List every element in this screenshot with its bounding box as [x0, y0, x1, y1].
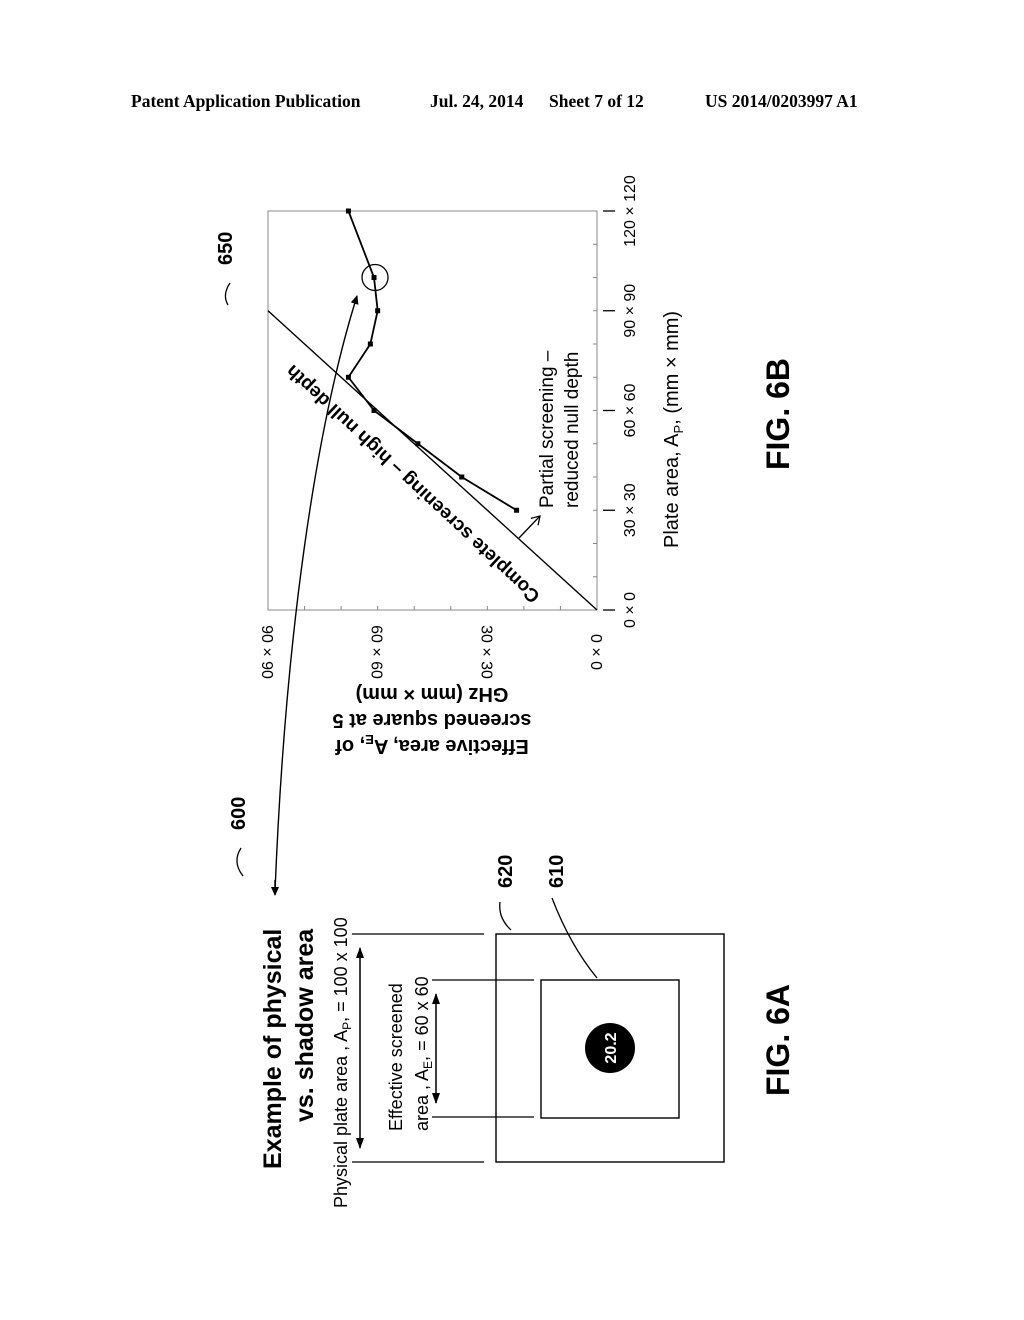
fig-6a-title: Example of physical vs. shadow area — [259, 928, 319, 1169]
x-axis-title-prefix: Plate area, A — [661, 433, 683, 548]
y-axis-title-line1: Effective area, AE, of — [335, 732, 529, 757]
x-tick-label: 30 × 30 — [622, 483, 639, 537]
effective-area-line2: area , AE, = 60 x 60 — [412, 976, 435, 1131]
series-measured-line — [347, 210, 518, 512]
x-tick-label: 60 × 60 — [622, 383, 639, 437]
physical-plate-label: Physical plate area , AP, = 100 x 100 — [331, 917, 354, 1208]
annotation-partial-line1: Partial screening – — [537, 350, 558, 508]
fig-6a-title-line1: Example of physical — [259, 929, 287, 1169]
x-axis-title: Plate area, AP, (mm × mm) — [661, 311, 686, 548]
data-point — [345, 374, 351, 380]
data-point — [514, 507, 520, 513]
fig-6a-title-line2: vs. shadow area — [291, 928, 319, 1122]
ref-610-leader — [551, 897, 598, 979]
physical-plate-label-sub: P — [340, 1022, 354, 1030]
ref-620: 620 — [495, 855, 517, 888]
fig-6a: 600 Example of physical vs. shadow area … — [228, 797, 796, 1208]
y-axis-title-line2: screened square at 5 — [333, 709, 532, 731]
data-point — [371, 408, 377, 413]
annotation-partial-arrow — [518, 515, 541, 539]
ref-600: 600 — [228, 797, 250, 830]
y-axis-title-line3: GHz (mm × mm) — [356, 683, 509, 705]
x-axis-title-suffix: , (mm × mm) — [661, 311, 683, 425]
ref-650-leader — [224, 282, 231, 306]
data-point — [415, 441, 421, 447]
y-axis-title: Effective area, AE, of screened square a… — [333, 683, 532, 757]
x-tick-label: 120 × 120 — [622, 175, 639, 247]
antenna-element-label: 20.2 — [603, 1032, 620, 1063]
y-tick-label: 30 × 30 — [477, 625, 494, 679]
fig-6a-caption: FIG. 6A — [760, 984, 796, 1096]
effective-area-line2-text: area , A — [412, 1069, 432, 1131]
annotation-complete-screening: Complete screening – high null depth — [282, 360, 544, 606]
x-tick-label: 0 × 0 — [622, 592, 639, 628]
y-tick-label: 0 × 0 — [587, 634, 604, 670]
ref-600-leader — [236, 847, 244, 877]
data-point — [459, 474, 465, 480]
annotation-partial-screening: Partial screening – reduced null depth — [537, 350, 583, 508]
data-point — [371, 275, 377, 280]
physical-plate-label-text: Physical plate area , A — [331, 1030, 351, 1208]
data-point — [367, 341, 373, 347]
data-point — [375, 308, 381, 314]
ref-610: 610 — [546, 855, 568, 888]
fig-6b: 650 0 × 0 30 × 30 60 × 60 90 × 90 120 × 120 0… — [215, 175, 796, 757]
data-point — [345, 208, 351, 214]
effective-area-value: , = 60 x 60 — [412, 976, 432, 1061]
x-axis-title-sub: P — [671, 425, 686, 434]
y-tick-label: 60 × 60 — [368, 625, 385, 679]
ref-620-leader — [499, 901, 512, 931]
effective-area-sub: E — [421, 1061, 435, 1069]
y-tick-label: 90 × 90 — [258, 625, 275, 679]
x-tick-label: 90 × 90 — [622, 284, 639, 338]
effective-area-label: Effective screened area , AE, = 60 x 60 — [386, 976, 435, 1131]
fig-6b-caption: FIG. 6B — [760, 358, 796, 470]
ref-650: 650 — [215, 232, 237, 265]
physical-plate-label-value: , = 100 x 100 — [331, 917, 351, 1022]
figure-sheet: 650 0 × 0 30 × 30 60 × 60 90 × 90 120 × 120 0… — [215, 175, 796, 1208]
annotation-partial-line2: reduced null depth — [562, 352, 583, 508]
effective-area-line1: Effective screened — [386, 983, 406, 1131]
